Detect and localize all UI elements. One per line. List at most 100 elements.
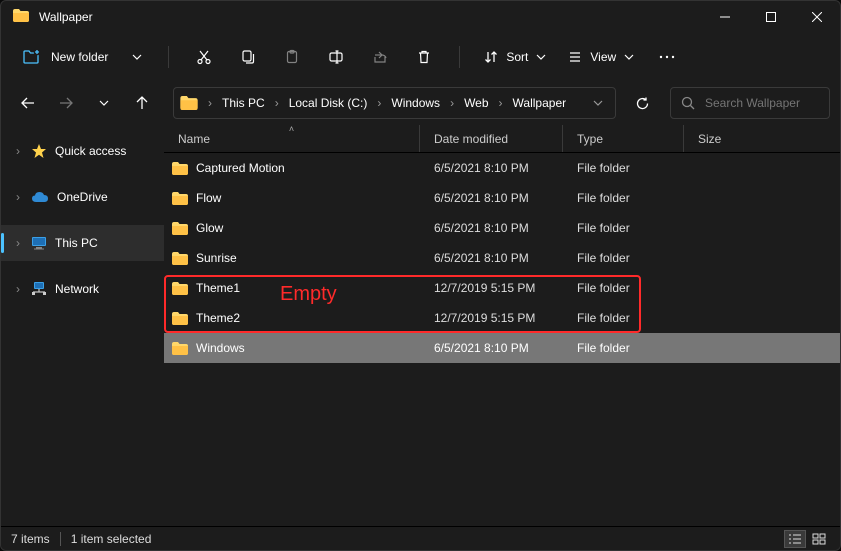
file-name: Captured Motion (196, 161, 285, 175)
chevron-right-icon[interactable]: › (448, 96, 456, 110)
content-pane: Name˄ Date modified Type Size Captured M… (164, 125, 840, 526)
toolbar: New folder Sort View (1, 33, 840, 81)
breadcrumb-item[interactable]: This PC (218, 92, 269, 114)
folder-icon (172, 222, 188, 235)
chevron-down-icon (536, 54, 546, 60)
annotation-label: Empty (280, 283, 337, 306)
separator (168, 46, 169, 68)
sort-label: Sort (506, 50, 528, 64)
chevron-right-icon[interactable]: › (273, 96, 281, 110)
refresh-button[interactable] (624, 87, 660, 119)
chevron-right-icon[interactable]: › (13, 190, 23, 204)
column-date[interactable]: Date modified (420, 125, 563, 152)
chevron-right-icon[interactable]: › (497, 96, 505, 110)
body: › Quick access › OneDrive › This PC › Ne… (1, 125, 840, 526)
file-list[interactable]: Captured Motion6/5/2021 8:10 PMFile fold… (164, 153, 840, 526)
breadcrumb-item[interactable]: Web (460, 92, 492, 114)
chevron-right-icon[interactable]: › (206, 96, 214, 110)
forward-button[interactable] (49, 86, 83, 120)
view-icon (568, 50, 582, 64)
file-type: File folder (563, 341, 684, 355)
column-size[interactable]: Size (684, 125, 760, 152)
search-icon (681, 96, 695, 110)
chevron-right-icon[interactable]: › (13, 144, 23, 158)
rename-button[interactable] (317, 40, 355, 74)
status-bar: 7 items 1 item selected (1, 526, 840, 550)
file-type: File folder (563, 311, 684, 325)
table-row[interactable]: Flow6/5/2021 8:10 PMFile folder (164, 183, 840, 213)
search-box[interactable] (670, 87, 830, 119)
minimize-button[interactable] (702, 1, 748, 33)
table-row[interactable]: Theme212/7/2019 5:15 PMFile folder (164, 303, 840, 333)
breadcrumb-item[interactable]: Local Disk (C:) (285, 92, 372, 114)
column-name[interactable]: Name˄ (164, 125, 420, 152)
breadcrumb-dropdown[interactable] (587, 96, 609, 110)
table-row[interactable]: Windows6/5/2021 8:10 PMFile folder (164, 333, 840, 363)
star-icon (31, 143, 47, 159)
separator (60, 532, 61, 546)
sidebar-item-label: OneDrive (57, 190, 108, 204)
up-button[interactable] (125, 86, 159, 120)
window-title: Wallpaper (39, 10, 702, 24)
title-bar[interactable]: Wallpaper (1, 1, 840, 33)
more-button[interactable] (648, 40, 686, 74)
cloud-icon (31, 191, 49, 203)
file-date: 6/5/2021 8:10 PM (420, 161, 563, 175)
navigation-pane[interactable]: › Quick access › OneDrive › This PC › Ne… (1, 125, 164, 526)
folder-icon (172, 252, 188, 265)
folder-icon (172, 162, 188, 175)
recent-locations-button[interactable] (87, 86, 121, 120)
file-type: File folder (563, 191, 684, 205)
close-button[interactable] (794, 1, 840, 33)
table-row[interactable]: Sunrise 6/5/2021 8:10 PMFile folder (164, 243, 840, 273)
sort-button[interactable]: Sort (476, 44, 554, 70)
copy-button[interactable] (229, 40, 267, 74)
table-row[interactable]: Glow6/5/2021 8:10 PMFile folder (164, 213, 840, 243)
maximize-button[interactable] (748, 1, 794, 33)
delete-button[interactable] (405, 40, 443, 74)
folder-icon (172, 192, 188, 205)
table-row[interactable]: Captured Motion 6/5/2021 8:10 PMFile fold… (164, 153, 840, 183)
paste-button[interactable] (273, 40, 311, 74)
pc-icon (31, 236, 47, 250)
new-folder-label: New folder (51, 50, 108, 64)
sidebar-item-label: Quick access (55, 144, 126, 158)
breadcrumb[interactable]: › This PC › Local Disk (C:) › Windows › … (173, 87, 616, 119)
chevron-right-icon[interactable]: › (13, 236, 23, 250)
file-date: 6/5/2021 8:10 PM (420, 251, 563, 265)
file-type: File folder (563, 251, 684, 265)
file-name: Sunrise (196, 251, 237, 265)
chevron-right-icon[interactable]: › (375, 96, 383, 110)
chevron-down-icon (624, 54, 634, 60)
sidebar-item-quick-access[interactable]: › Quick access (1, 133, 164, 169)
share-button[interactable] (361, 40, 399, 74)
table-row[interactable]: Theme112/7/2019 5:15 PMFile folder (164, 273, 840, 303)
new-folder-icon (23, 49, 41, 65)
status-selected-count: 1 item selected (71, 532, 152, 546)
view-button[interactable]: View (560, 44, 642, 70)
chevron-right-icon[interactable]: › (13, 282, 23, 296)
status-item-count: 7 items (11, 532, 50, 546)
sidebar-item-label: Network (55, 282, 99, 296)
thumbnails-view-button[interactable] (808, 530, 830, 548)
file-date: 6/5/2021 8:10 PM (420, 221, 563, 235)
new-folder-button[interactable]: New folder (13, 43, 152, 71)
breadcrumb-item[interactable]: Windows (387, 92, 444, 114)
file-date: 6/5/2021 8:10 PM (420, 341, 563, 355)
column-type[interactable]: Type (563, 125, 684, 152)
folder-icon (172, 312, 188, 325)
cut-button[interactable] (185, 40, 223, 74)
breadcrumb-item[interactable]: Wallpaper (509, 92, 571, 114)
file-type: File folder (563, 161, 684, 175)
details-view-button[interactable] (784, 530, 806, 548)
file-date: 12/7/2019 5:15 PM (420, 281, 563, 295)
sidebar-item-onedrive[interactable]: › OneDrive (1, 179, 164, 215)
sidebar-item-network[interactable]: › Network (1, 271, 164, 307)
search-input[interactable] (705, 96, 819, 110)
chevron-down-icon (132, 54, 142, 60)
sidebar-item-this-pc[interactable]: › This PC (1, 225, 164, 261)
sort-indicator-icon: ˄ (289, 125, 294, 134)
explorer-window: Wallpaper New folder Sort View (0, 0, 841, 551)
sort-icon (484, 50, 498, 64)
back-button[interactable] (11, 86, 45, 120)
